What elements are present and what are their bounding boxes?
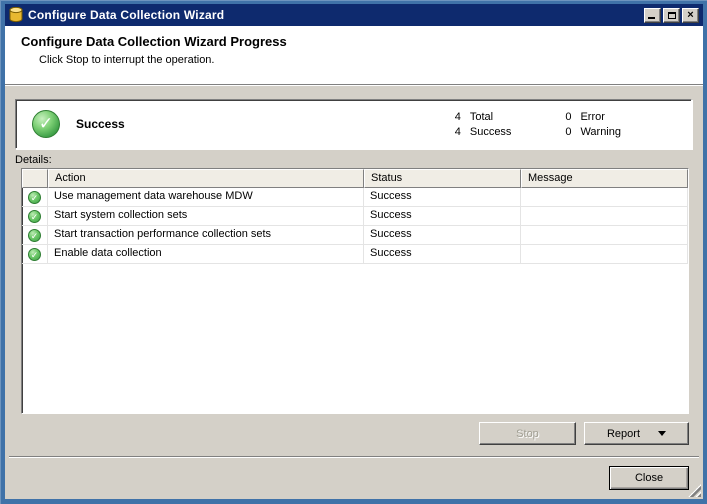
stat-warning-label: Warning	[580, 126, 621, 138]
check-icon: ✓	[28, 191, 41, 204]
table-row[interactable]: ✓ Start transaction performance collecti…	[22, 226, 688, 245]
column-header-icon[interactable]	[22, 169, 48, 188]
row-message	[521, 207, 688, 226]
stop-button[interactable]: Stop	[479, 422, 576, 445]
row-message	[521, 188, 688, 207]
stat-error-label: Error	[580, 111, 604, 123]
chevron-down-icon	[658, 431, 666, 436]
column-header-message[interactable]: Message	[521, 169, 688, 188]
titlebar[interactable]: Configure Data Collection Wizard ×	[5, 4, 703, 26]
stat-total-value: 4	[447, 111, 461, 123]
report-button[interactable]: Report	[584, 422, 689, 445]
row-message	[521, 245, 688, 264]
stat-error-value: 0	[557, 111, 571, 123]
details-table[interactable]: Action Status Message ✓ Use management d…	[21, 168, 689, 414]
row-action: Start transaction performance collection…	[48, 226, 364, 245]
row-status: Success	[364, 226, 521, 245]
maximize-button[interactable]	[663, 8, 680, 23]
row-action: Enable data collection	[48, 245, 364, 264]
check-icon: ✓	[28, 210, 41, 223]
table-row[interactable]: ✓ Enable data collection Success	[22, 245, 688, 264]
column-header-action[interactable]: Action	[48, 169, 364, 188]
stat-warning-value: 0	[557, 126, 571, 138]
wizard-header: Configure Data Collection Wizard Progres…	[5, 26, 703, 85]
minimize-button[interactable]	[644, 8, 661, 23]
row-status: Success	[364, 207, 521, 226]
row-status: Success	[364, 245, 521, 264]
stat-success-label: Success	[470, 126, 512, 138]
database-icon	[9, 7, 23, 23]
summary-banner: ✓ Success 4 Total 0 Error 4 Success 0 Wa…	[15, 99, 692, 149]
table-row[interactable]: ✓ Use management data warehouse MDW Succ…	[22, 188, 688, 207]
stat-success-value: 4	[447, 126, 461, 138]
stat-total-label: Total	[470, 111, 493, 123]
close-button[interactable]: Close	[609, 466, 689, 490]
table-row[interactable]: ✓ Start system collection sets Success	[22, 207, 688, 226]
column-header-status[interactable]: Status	[364, 169, 521, 188]
close-button-label: Close	[635, 472, 663, 484]
minimize-icon	[648, 17, 655, 19]
window-title: Configure Data Collection Wizard	[28, 8, 224, 22]
stat-error: 0 Error	[557, 111, 621, 123]
stat-success: 4 Success	[447, 126, 512, 138]
report-button-label: Report	[607, 428, 640, 440]
page-title: Configure Data Collection Wizard Progres…	[21, 34, 287, 49]
wizard-window: Configure Data Collection Wizard × Confi…	[0, 0, 707, 504]
check-icon: ✓	[28, 229, 41, 242]
row-message	[521, 226, 688, 245]
details-label: Details:	[15, 154, 52, 166]
separator	[9, 456, 699, 458]
row-status: Success	[364, 188, 521, 207]
dialog-body: Configure Data Collection Wizard Progres…	[5, 26, 703, 499]
close-window-button[interactable]: ×	[682, 8, 699, 23]
close-icon: ×	[687, 10, 693, 21]
table-header-row: Action Status Message	[22, 169, 688, 188]
check-icon: ✓	[28, 248, 41, 261]
stat-warning: 0 Warning	[557, 126, 621, 138]
stop-button-label: Stop	[516, 428, 539, 440]
success-icon: ✓	[32, 110, 60, 138]
summary-stats: 4 Total 0 Error 4 Success 0 Warning	[447, 111, 621, 138]
summary-status: Success	[76, 117, 125, 131]
row-action: Use management data warehouse MDW	[48, 188, 364, 207]
resize-grip[interactable]	[688, 484, 701, 497]
stat-total: 4 Total	[447, 111, 512, 123]
row-action: Start system collection sets	[48, 207, 364, 226]
maximize-icon	[668, 12, 676, 19]
page-subtitle: Click Stop to interrupt the operation.	[39, 54, 214, 66]
